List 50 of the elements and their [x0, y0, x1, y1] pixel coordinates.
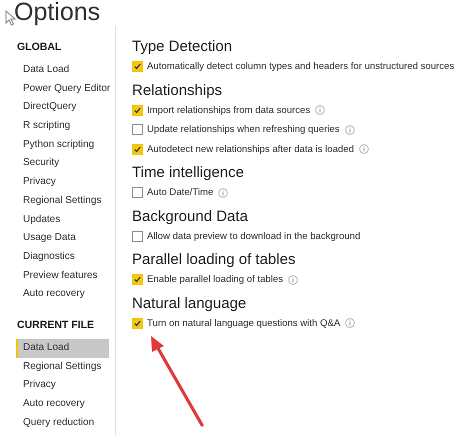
sidebar-item[interactable]: Data Load: [16, 338, 109, 358]
info-icon[interactable]: [218, 188, 228, 198]
info-icon[interactable]: [344, 124, 355, 135]
sidebar-item[interactable]: Regional Settings: [16, 358, 109, 376]
option-label: Turn on natural language questions with Q&A: [147, 318, 340, 329]
sidebar-item[interactable]: Updates: [16, 210, 109, 230]
sidebar-item[interactable]: Privacy: [16, 376, 109, 395]
sidebar-item[interactable]: Preview features: [16, 266, 109, 286]
section-heading: Type Detection: [132, 37, 234, 57]
sidebar-item[interactable]: Python scripting: [16, 136, 109, 154]
sidebar-item[interactable]: Diagnostics: [16, 248, 109, 267]
sidebar-item[interactable]: Auto recovery: [16, 395, 109, 414]
option-label: Autodetect new relationships after data is loaded: [147, 144, 354, 155]
option-label: Update relationships when refreshing queries: [147, 124, 340, 136]
checkbox[interactable]: [132, 61, 143, 72]
checkbox[interactable]: [132, 318, 143, 329]
sidebar-item[interactable]: Privacy: [16, 173, 109, 192]
checkbox[interactable]: [132, 187, 143, 198]
option-label: Enable parallel loading of tables: [147, 274, 284, 286]
info-icon[interactable]: [345, 318, 356, 328]
cursor-icon: [5, 10, 17, 26]
checkbox[interactable]: [132, 230, 143, 242]
checkbox[interactable]: [132, 144, 143, 155]
option-label: Automatically detect column types and headers for unstructured sources: [147, 61, 454, 72]
sidebar-item[interactable]: Usage Data: [16, 229, 109, 248]
checkbox[interactable]: [132, 104, 143, 116]
checkbox[interactable]: [132, 274, 143, 286]
section-heading: Time intelligence: [132, 163, 245, 183]
sidebar-item[interactable]: Power Query Editor: [16, 80, 109, 98]
group-heading: CURRENT FILE: [17, 318, 95, 332]
section-heading: Parallel loading of tables: [132, 250, 296, 270]
checkbox[interactable]: [132, 124, 143, 136]
sidebar-item[interactable]: DirectQuery: [16, 98, 109, 118]
sidebar-item[interactable]: Data Load: [16, 61, 109, 80]
info-icon[interactable]: [358, 144, 369, 154]
sidebar-item[interactable]: Regional Settings: [16, 192, 109, 210]
group-heading: GLOBAL: [17, 40, 62, 54]
section-heading: Relationships: [132, 80, 224, 100]
section-heading: Background Data: [132, 206, 249, 226]
info-icon[interactable]: [288, 274, 298, 285]
sidebar-item[interactable]: Auto recovery: [16, 285, 109, 304]
info-icon[interactable]: [315, 105, 326, 116]
sidebar-item[interactable]: Query reduction: [16, 414, 109, 432]
sidebar-item[interactable]: Security: [16, 154, 109, 174]
option-label: Auto Date/Time: [147, 187, 214, 198]
option-label: Import relationships from data sources: [147, 104, 310, 116]
option-label: Allow data preview to download in the background: [147, 230, 360, 242]
window-title: Options: [14, 0, 100, 26]
section-heading: Natural language: [132, 294, 248, 314]
sidebar-item[interactable]: R scripting: [16, 117, 109, 136]
